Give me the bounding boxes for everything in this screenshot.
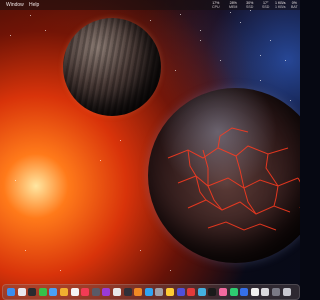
app-icon-19[interactable] [197, 288, 206, 296]
finder-icon[interactable] [7, 288, 15, 296]
trash-icon[interactable] [282, 288, 291, 296]
dock [2, 284, 300, 300]
app-icon-16[interactable] [166, 288, 174, 296]
star [140, 250, 141, 251]
app-icon-10[interactable] [102, 288, 111, 296]
app-icon-20[interactable] [208, 288, 217, 296]
terminal-icon[interactable] [28, 288, 37, 296]
app-icon-26[interactable] [272, 288, 280, 296]
star [15, 180, 16, 181]
music-icon[interactable] [81, 288, 90, 296]
star [25, 250, 26, 251]
app-icon-17[interactable] [176, 288, 185, 296]
star [270, 40, 271, 41]
status-temp[interactable]: 17° SSD [262, 1, 269, 9]
star [30, 15, 31, 16]
status-network-label: 1 KB/s [275, 5, 286, 9]
app-icon-25[interactable] [261, 288, 270, 296]
app-icon-9[interactable] [91, 288, 100, 296]
photos-icon[interactable] [60, 288, 68, 296]
star [100, 160, 101, 161]
star [200, 30, 201, 31]
app-icon-24[interactable] [250, 288, 259, 296]
menu-window[interactable]: Window [6, 0, 24, 10]
star [285, 60, 286, 61]
status-temp-label: SSD [262, 5, 270, 9]
app-icon-14[interactable] [144, 288, 153, 296]
status-ssd-label: SSD [246, 5, 254, 9]
app-icon-13[interactable] [134, 288, 143, 296]
menu-help[interactable]: Help [29, 0, 39, 10]
status-cpu[interactable]: 17% CPU [212, 1, 220, 9]
status-network[interactable]: 1 KB/s 1 KB/s [275, 1, 286, 9]
star [260, 55, 261, 56]
status-mem[interactable]: 28% MEM [229, 1, 237, 9]
status-battery-label: BAT [291, 5, 298, 9]
desktop-wallpaper [0, 0, 300, 300]
lava-cracks [167, 127, 300, 231]
star [10, 35, 11, 36]
star [150, 20, 151, 21]
status-mem-label: MEM [229, 5, 238, 9]
menu-bar: Window Help 17% CPU 28% MEM 30% SSD 17° … [0, 0, 300, 10]
star [170, 270, 171, 271]
large-planet [148, 88, 300, 263]
star [220, 60, 221, 61]
messages-icon[interactable] [38, 288, 47, 296]
app-icon-11[interactable] [113, 288, 121, 296]
app-icon-18[interactable] [187, 288, 196, 296]
star [230, 12, 231, 13]
star [200, 40, 201, 41]
launchpad-icon[interactable] [17, 288, 26, 296]
calendar-icon[interactable] [70, 288, 79, 296]
star [60, 270, 61, 271]
app-icon-22[interactable] [229, 288, 238, 296]
status-cpu-label: CPU [212, 5, 220, 9]
star [120, 140, 121, 141]
app-icon-23[interactable] [240, 288, 249, 296]
star [240, 22, 241, 23]
app-icon-15[interactable] [155, 288, 164, 296]
app-icon-21[interactable] [219, 288, 227, 296]
star [175, 70, 176, 71]
star [180, 14, 181, 15]
status-ssd[interactable]: 30% SSD [246, 1, 253, 9]
star [250, 10, 251, 11]
star [45, 30, 46, 31]
mail-icon[interactable] [49, 288, 58, 296]
star [260, 80, 261, 81]
status-battery[interactable]: 0% BAT [291, 1, 298, 9]
app-icon-12[interactable] [123, 288, 132, 296]
small-planet [63, 18, 161, 116]
